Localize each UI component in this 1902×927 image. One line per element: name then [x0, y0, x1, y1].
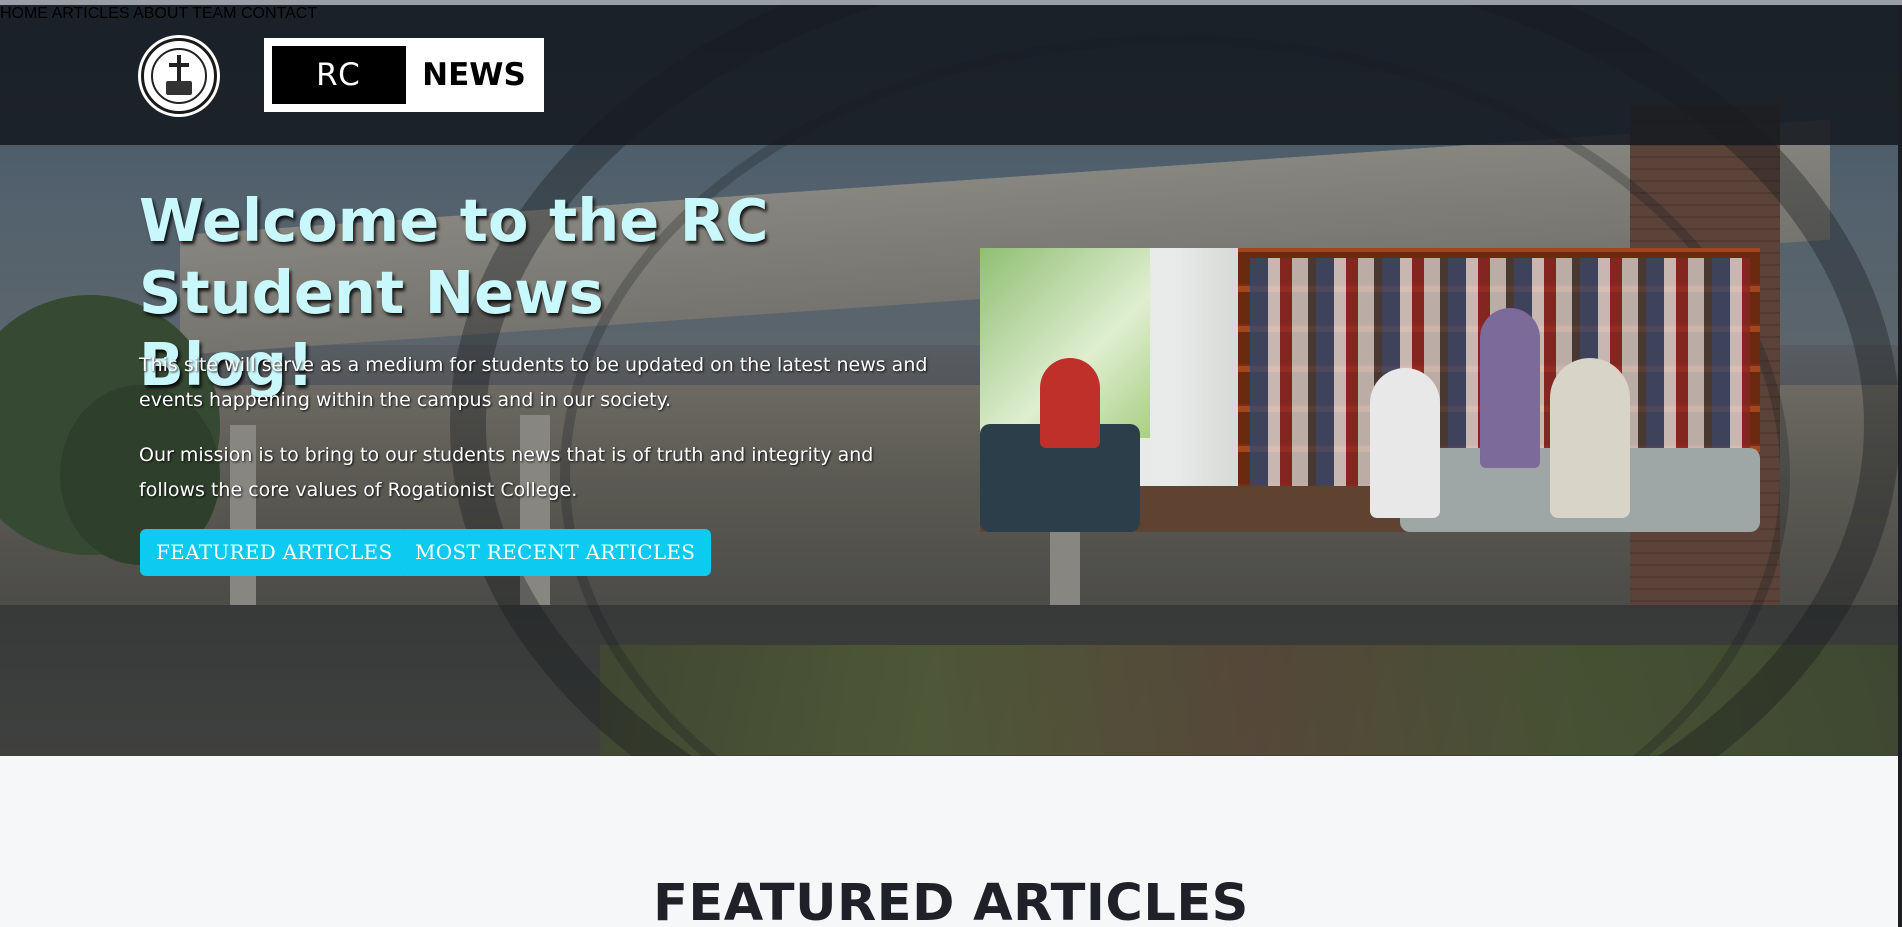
seal-base: [166, 81, 192, 95]
scrollbar[interactable]: [1898, 5, 1902, 927]
navbar: RC NEWS HOME ARTICLES ABOUT TEAM CONTACT: [0, 5, 1902, 145]
nav-team[interactable]: TEAM: [192, 5, 236, 22]
featured-heading: FEATURED ARTICLES: [653, 874, 1249, 927]
seal-crossbar: [169, 63, 189, 67]
brand-rc: RC: [272, 46, 406, 104]
featured-articles-button[interactable]: FEATURED ARTICLES: [140, 529, 409, 576]
nav-contact[interactable]: CONTACT: [241, 5, 317, 22]
hero-paragraph-mission: Our mission is to bring to our students …: [139, 444, 874, 501]
nav-articles[interactable]: ARTICLES: [52, 5, 130, 22]
nav-home[interactable]: HOME: [0, 5, 48, 22]
photo-person: [1370, 368, 1440, 518]
hero-library-photo: [980, 248, 1760, 532]
brand-news: NEWS: [422, 57, 526, 93]
rc-news-logo[interactable]: RC NEWS: [264, 38, 544, 112]
nav-menu: HOME ARTICLES ABOUT TEAM CONTACT: [0, 5, 1902, 23]
photo-person: [1550, 358, 1630, 518]
page: RC NEWS HOME ARTICLES ABOUT TEAM CONTACT…: [0, 0, 1902, 927]
most-recent-articles-button[interactable]: MOST RECENT ARTICLES: [399, 529, 712, 576]
featured-section: FEATURED ARTICLES: [0, 756, 1902, 927]
photo-person: [1480, 308, 1540, 468]
hero-paragraph-intro: This site will serve as a medium for stu…: [139, 354, 928, 411]
school-seal-logo[interactable]: [141, 38, 217, 114]
nav-about[interactable]: ABOUT: [133, 5, 188, 22]
photo-person: [1040, 358, 1100, 448]
